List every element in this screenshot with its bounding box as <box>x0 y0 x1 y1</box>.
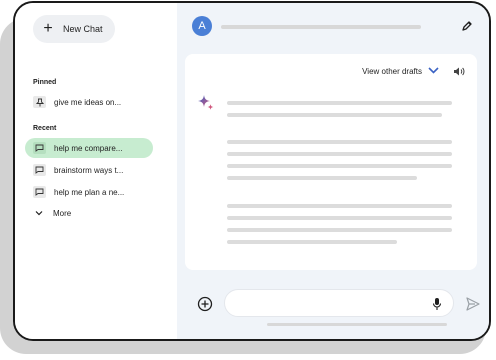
more-button[interactable]: More <box>35 209 71 218</box>
response-text-placeholder <box>227 101 452 105</box>
response-text-placeholder <box>227 164 452 168</box>
response-text-placeholder <box>227 140 452 144</box>
sidebar-item-recent[interactable]: help me plan a ne... <box>25 182 153 202</box>
more-label: More <box>53 209 72 218</box>
response-text-placeholder <box>227 176 417 180</box>
response-text-placeholder <box>227 204 452 208</box>
prompt-input-container <box>224 289 454 317</box>
chevron-down-icon <box>428 67 439 76</box>
sidebar-item-label: help me compare... <box>54 143 123 153</box>
prompt-input[interactable] <box>235 296 429 314</box>
avatar[interactable]: A <box>192 16 212 36</box>
response-text-placeholder <box>227 228 452 232</box>
sidebar-item-label: help me plan a ne... <box>54 187 125 197</box>
sidebar-item-pinned[interactable]: give me ideas on... <box>25 92 153 112</box>
new-chat-button[interactable]: + New Chat <box>33 15 115 43</box>
chat-icon <box>33 186 46 198</box>
send-icon[interactable] <box>465 296 481 312</box>
response-text-placeholder <box>227 216 452 220</box>
microphone-icon[interactable] <box>431 297 443 311</box>
chat-icon <box>33 142 46 154</box>
response-text-placeholder <box>227 152 452 156</box>
main-panel: A View other drafts <box>177 3 489 339</box>
edit-icon[interactable] <box>459 18 475 34</box>
sidebar-item-recent[interactable]: brainstorm ways t... <box>25 160 153 180</box>
response-text-placeholder <box>227 240 397 244</box>
view-other-drafts-label: View other drafts <box>362 67 422 76</box>
chat-icon <box>33 164 46 176</box>
sidebar-item-label: brainstorm ways t... <box>54 165 124 175</box>
speaker-icon[interactable] <box>453 66 465 77</box>
sparkle-icon <box>197 94 215 112</box>
chevron-down-icon <box>35 209 43 218</box>
add-attachment-button[interactable] <box>197 296 213 312</box>
new-chat-label: New Chat <box>63 24 103 34</box>
response-card: View other drafts <box>185 54 477 270</box>
disclaimer-placeholder <box>267 323 447 326</box>
conversation-title-placeholder <box>221 25 421 29</box>
response-text-placeholder <box>227 113 442 117</box>
sidebar-item-label: give me ideas on... <box>54 97 122 107</box>
app-window: + New Chat Pinned give me ideas on... Re… <box>13 1 491 341</box>
sidebar-item-recent-active[interactable]: help me compare... <box>25 138 153 158</box>
sidebar: + New Chat Pinned give me ideas on... Re… <box>15 3 177 339</box>
view-other-drafts-button[interactable]: View other drafts <box>362 66 465 77</box>
prompt-bar <box>177 285 489 325</box>
pin-icon <box>33 96 46 108</box>
pinned-section-label: Pinned <box>33 79 57 86</box>
recent-section-label: Recent <box>33 125 57 132</box>
plus-icon: + <box>43 20 53 37</box>
